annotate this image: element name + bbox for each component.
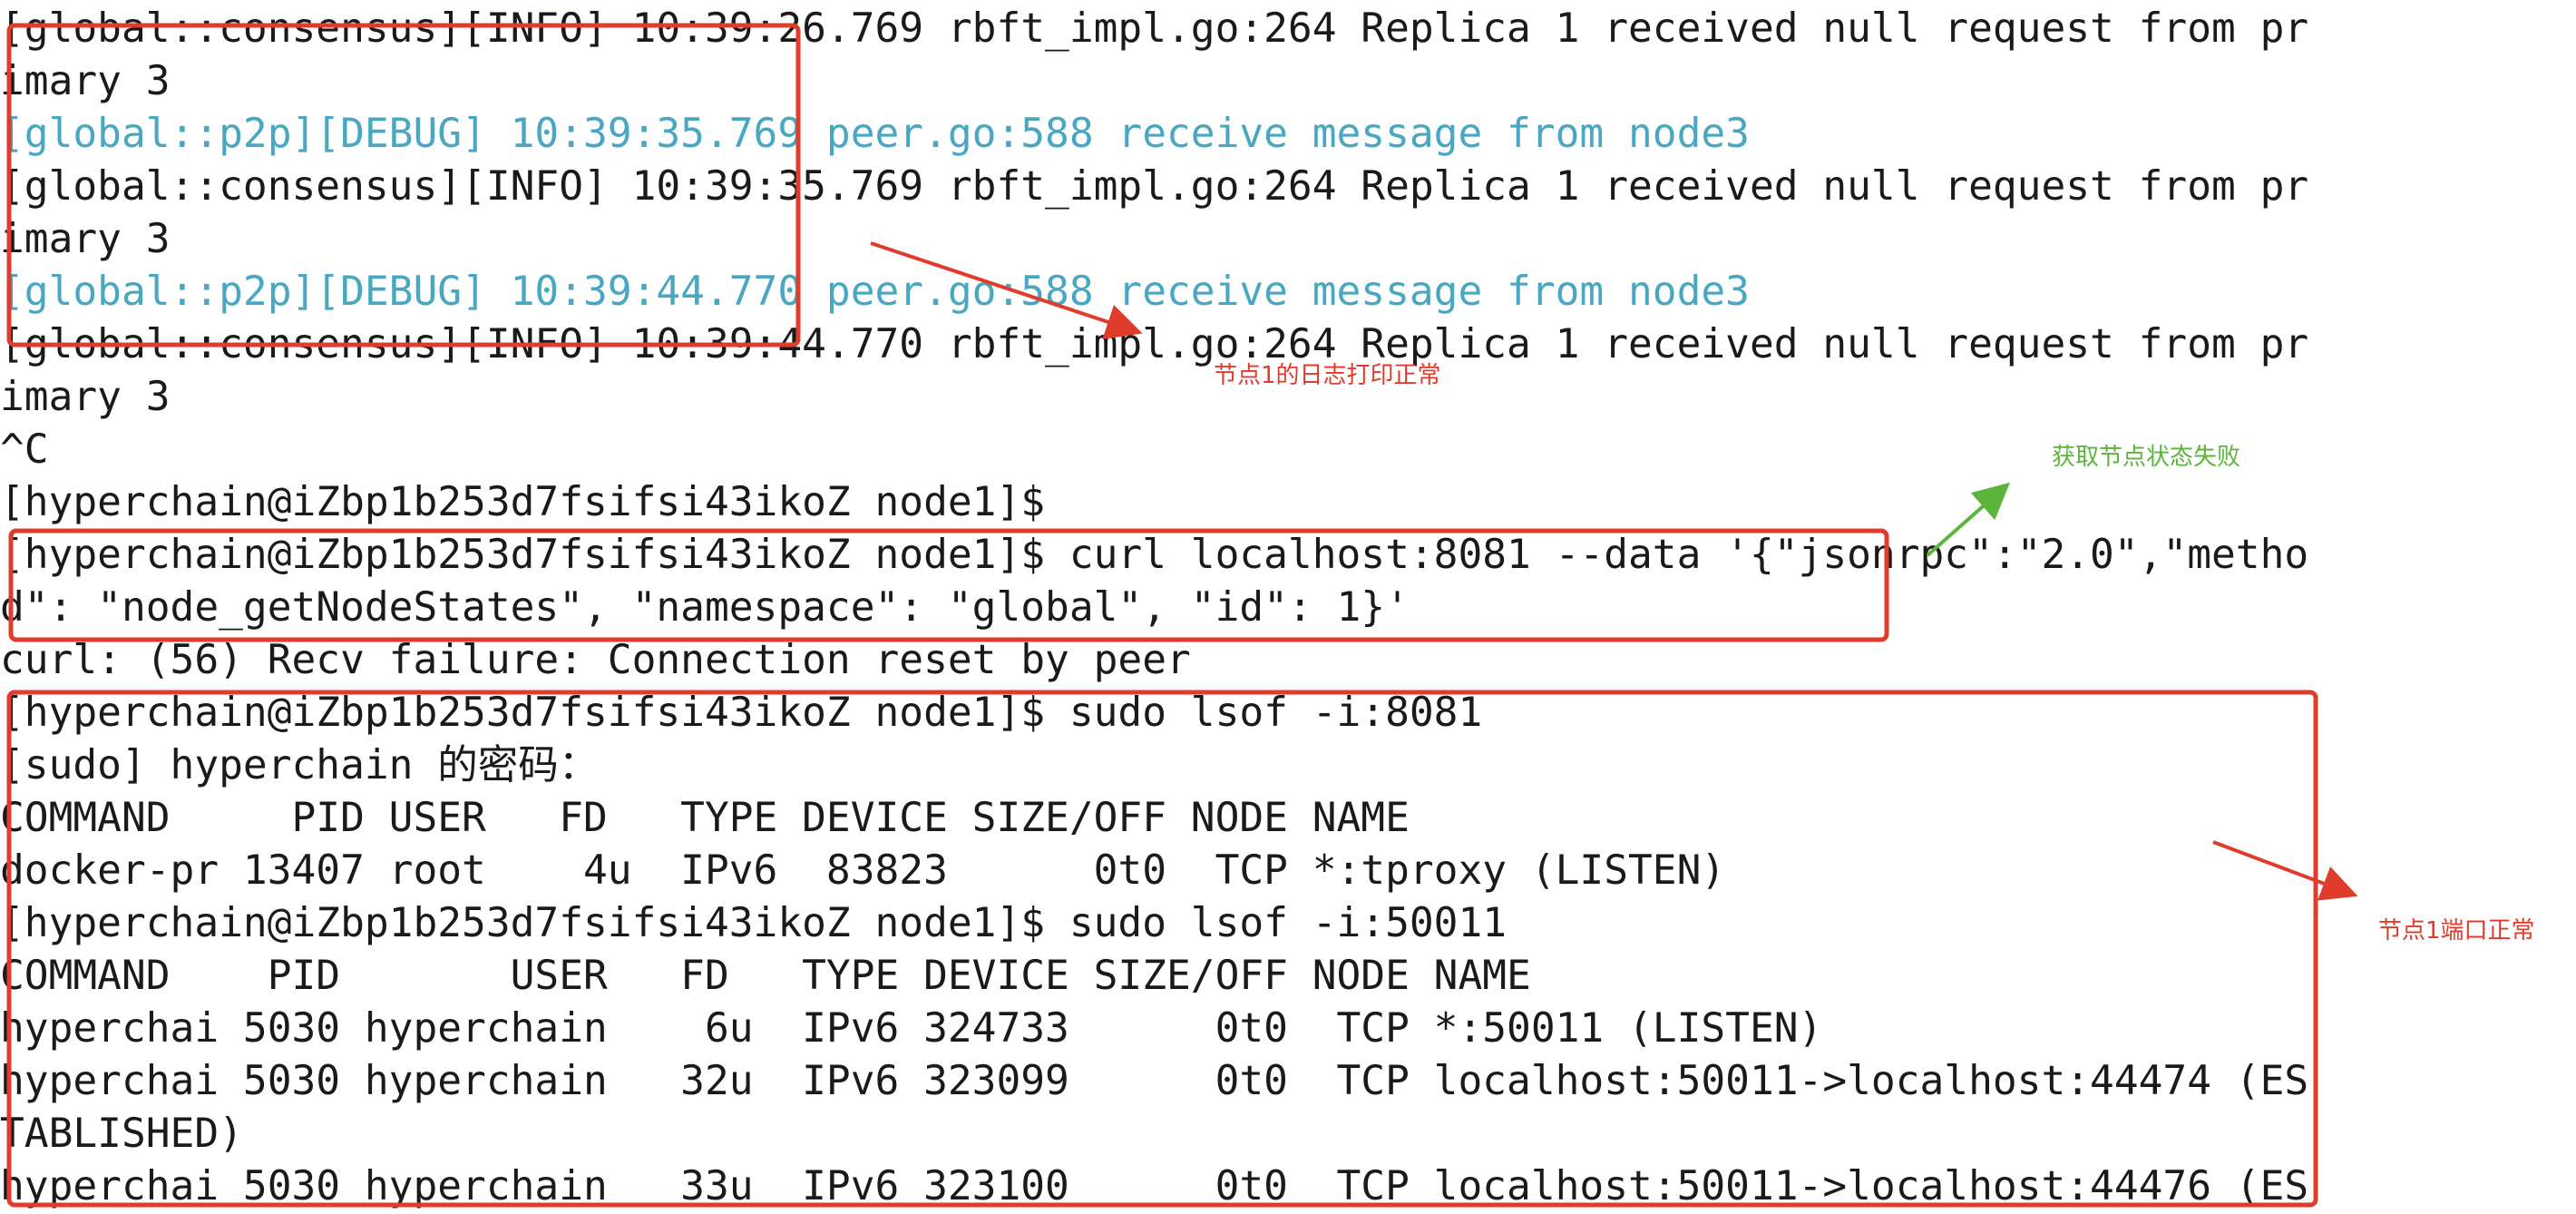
lsof-row: hyperchai 5030 hyperchain 32u IPv6 32309… xyxy=(0,1058,2309,1104)
log-line: imary 3 xyxy=(0,374,171,420)
log-line: imary 3 xyxy=(0,216,171,262)
log-line: [global::consensus][INFO] 10:39:26.769 r… xyxy=(0,5,2309,52)
lsof-8081-command-line: [hyperchain@iZbp1b253d7fsifsi43ikoZ node… xyxy=(0,690,1483,736)
debug-log-line: [global::p2p][DEBUG] 10:39:35.769 peer.g… xyxy=(0,111,1750,157)
curl-error-line: curl: (56) Recv failure: Connection rese… xyxy=(0,637,1191,683)
annotation-log-ok: 节点1的日志打印正常 xyxy=(1214,362,1441,389)
lsof-header-line: COMMAND PID USER FD TYPE DEVICE SIZE/OFF… xyxy=(0,953,1531,999)
lsof-row: docker-pr 13407 root 4u IPv6 83823 0t0 T… xyxy=(0,847,1726,894)
lsof-header-line: COMMAND PID USER FD TYPE DEVICE SIZE/OFF… xyxy=(0,795,1410,841)
curl-command-line: [hyperchain@iZbp1b253d7fsifsi43ikoZ node… xyxy=(0,532,2309,578)
log-line: [global::consensus][INFO] 10:39:44.770 r… xyxy=(0,321,2309,367)
interrupt-line: ^C xyxy=(0,426,49,473)
lsof-row: hyperchai 5030 hyperchain 6u IPv6 324733… xyxy=(0,1005,1823,1052)
log-line: imary 3 xyxy=(0,58,171,104)
sudo-password-prompt: [sudo] hyperchain 的密码： xyxy=(0,742,600,788)
shell-prompt-line: [hyperchain@iZbp1b253d7fsifsi43ikoZ node… xyxy=(0,479,1046,525)
curl-command-continuation: d": "node_getNodeStates", "namespace": "… xyxy=(0,584,1410,631)
annotation-state-fail: 获取节点状态失败 xyxy=(2052,444,2241,471)
debug-log-line: [global::p2p][DEBUG] 10:39:44.770 peer.g… xyxy=(0,269,1750,315)
lsof-row-continuation: TABLISHED) xyxy=(0,1111,243,1157)
annotation-port-ok: 节点1端口正常 xyxy=(2378,917,2535,945)
log-line: [global::consensus][INFO] 10:39:35.769 r… xyxy=(0,163,2309,210)
lsof-row: hyperchai 5030 hyperchain 33u IPv6 32310… xyxy=(0,1163,2309,1209)
terminal-window[interactable]: [global::consensus][INFO] 10:39:26.769 r… xyxy=(0,0,2576,1214)
lsof-50011-command-line: [hyperchain@iZbp1b253d7fsifsi43ikoZ node… xyxy=(0,900,1508,946)
